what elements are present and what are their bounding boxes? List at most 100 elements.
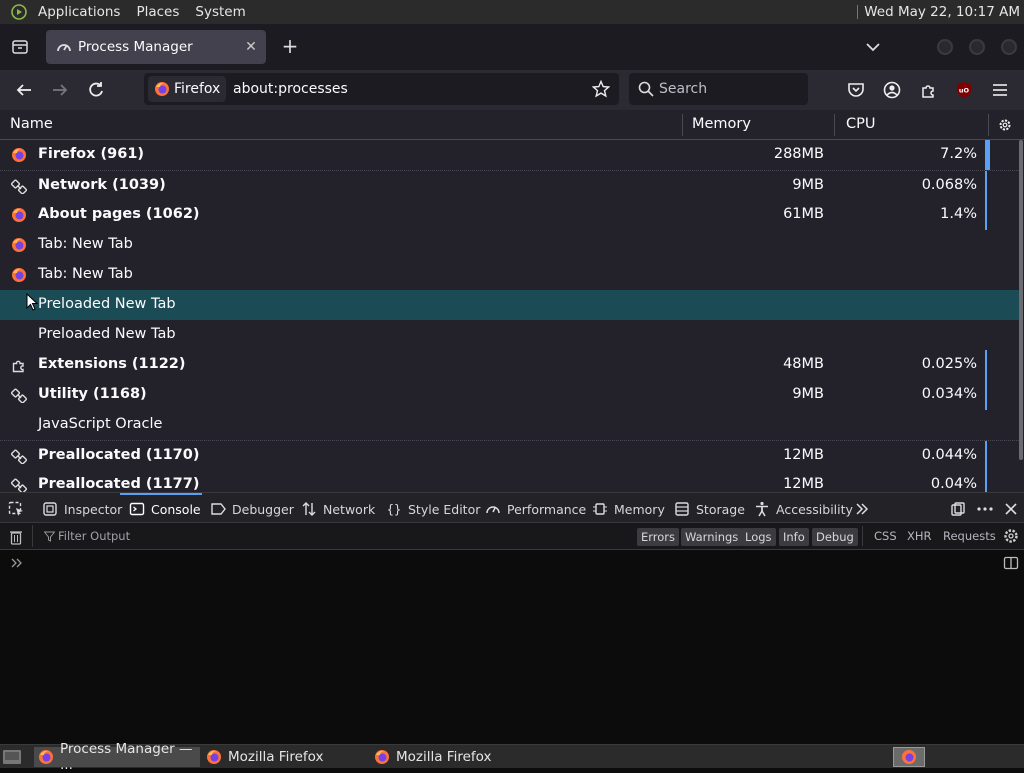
clock[interactable]: Wed May 22, 10:17 AM (864, 4, 1024, 20)
forward-icon[interactable] (50, 80, 70, 100)
taskbar-item-mozilla-firefox[interactable]: Mozilla Firefox (202, 747, 368, 767)
tab-memory[interactable]: Memory (592, 499, 665, 519)
filter-info-button[interactable]: Info (779, 528, 809, 546)
table-row[interactable]: Firefox (961) 288MB 7.2% (0, 140, 1021, 170)
filter-warnings-button[interactable]: Warnings (681, 528, 743, 546)
column-header-cpu[interactable]: CPU (846, 116, 875, 132)
mouse-cursor-icon (26, 293, 38, 311)
firefox-icon (154, 81, 170, 97)
active-tab-indicator (120, 493, 202, 495)
account-icon[interactable] (882, 80, 902, 100)
plugin-icon (11, 387, 27, 403)
firefox-icon (11, 267, 27, 283)
tab-title: Process Manager (78, 39, 193, 55)
tab-performance[interactable]: Performance (485, 499, 586, 519)
console-filter-bar: Filter Output Errors Warnings Logs Info … (0, 522, 1024, 550)
back-icon[interactable] (14, 80, 34, 100)
more-options-icon[interactable] (976, 499, 994, 519)
table-row[interactable]: Preallocated (1177) 12MB 0.04% (0, 470, 1021, 492)
list-all-tabs-icon[interactable] (864, 38, 882, 56)
applications-menu[interactable]: Applications (30, 4, 128, 20)
minimize-window-icon[interactable] (937, 39, 953, 55)
table-row[interactable]: Preloaded New Tab (0, 320, 1021, 350)
close-window-icon[interactable] (1001, 39, 1017, 55)
process-name: Utility (1168) (38, 386, 147, 402)
vertical-scrollbar[interactable] (1019, 140, 1023, 460)
filter-funnel-icon (44, 531, 55, 542)
pocket-icon[interactable] (846, 80, 866, 100)
search-placeholder: Search (659, 81, 708, 97)
column-settings-gear-icon[interactable] (998, 118, 1012, 132)
taskbar-item-process-manager[interactable]: Process Manager — ... (34, 741, 200, 773)
tab-console[interactable]: Console (129, 499, 201, 519)
process-cpu: 7.2% (940, 146, 977, 162)
filter-xhr-button[interactable]: XHR (907, 529, 932, 543)
dock-side-icon[interactable] (950, 499, 966, 519)
url-text[interactable]: about:processes (233, 81, 348, 97)
table-row-selected[interactable]: Preloaded New Tab (0, 290, 1021, 320)
new-tab-icon[interactable]: + (280, 36, 300, 58)
table-row[interactable]: Network (1039) 9MB 0.068% (0, 170, 1021, 201)
tab-style-editor[interactable]: {} Style Editor (386, 499, 481, 519)
places-menu[interactable]: Places (128, 4, 187, 20)
tab-accessibility[interactable]: Accessibility (754, 499, 853, 519)
toggle-editor-icon[interactable] (1003, 555, 1019, 571)
reload-icon[interactable] (86, 80, 106, 100)
filter-requests-button[interactable]: Requests (943, 529, 996, 543)
taskbar-item-mozilla-firefox[interactable]: Mozilla Firefox (370, 747, 536, 767)
column-header-memory[interactable]: Memory (692, 116, 751, 132)
tab-network[interactable]: Network (301, 499, 375, 519)
more-tools-chevron-icon[interactable] (854, 499, 870, 519)
process-cpu: 0.068% (921, 177, 977, 193)
identity-box[interactable]: Firefox (148, 76, 226, 102)
process-cpu: 0.034% (921, 386, 977, 402)
close-devtools-icon[interactable] (1003, 499, 1019, 519)
tab-storage[interactable]: Storage (674, 499, 745, 519)
table-row[interactable]: Tab: New Tab (0, 260, 1021, 290)
console-settings-gear-icon[interactable] (1003, 528, 1019, 544)
filter-debug-button[interactable]: Debug (812, 528, 858, 546)
taskbar: Process Manager — ... Mozilla Firefox Mo… (0, 741, 1024, 773)
extensions-icon[interactable] (918, 80, 938, 100)
column-divider[interactable] (682, 114, 683, 136)
filter-css-button[interactable]: CSS (874, 529, 897, 543)
ublock-origin-icon[interactable]: uO (954, 80, 974, 100)
filter-logs-button[interactable]: Logs (741, 528, 776, 546)
element-picker-icon[interactable] (8, 499, 24, 519)
process-cpu: 0.04% (930, 476, 977, 492)
table-row[interactable]: Preallocated (1170) 12MB 0.044% (0, 440, 1021, 471)
system-menu[interactable]: System (187, 4, 253, 20)
process-name: Firefox (961) (38, 146, 145, 162)
workspace-switcher[interactable] (893, 747, 925, 767)
table-row[interactable]: JavaScript Oracle (0, 410, 1021, 440)
table-row[interactable]: Extensions (1122) 48MB 0.025% (0, 350, 1021, 380)
column-divider[interactable] (834, 114, 835, 136)
close-tab-icon[interactable]: ✕ (240, 39, 262, 55)
network-icon (301, 501, 317, 517)
tab-strip: Process Manager ✕ + (0, 24, 1024, 70)
column-header-name[interactable]: Name (10, 116, 53, 132)
show-desktop-icon[interactable] (2, 748, 22, 766)
menu-hamburger-icon[interactable] (990, 80, 1010, 100)
console-prompt-chevron-icon (10, 556, 24, 570)
firefox-view-icon[interactable] (10, 37, 30, 57)
url-bar[interactable]: Firefox about:processes (144, 73, 619, 105)
search-bar[interactable]: Search (629, 73, 808, 105)
table-row[interactable]: About pages (1062) 61MB 1.4% (0, 200, 1021, 230)
tab-process-manager[interactable]: Process Manager ✕ (46, 30, 266, 64)
cpu-usage-bar (985, 350, 987, 380)
trash-clear-icon[interactable] (9, 529, 23, 545)
table-row[interactable]: Utility (1168) 9MB 0.034% (0, 380, 1021, 410)
console-output[interactable] (0, 550, 1024, 744)
tab-inspector[interactable]: Inspector (42, 499, 122, 519)
filter-output-input[interactable]: Filter Output (58, 529, 130, 543)
table-header: Name Memory CPU (0, 110, 1024, 140)
column-divider[interactable] (988, 114, 989, 136)
maximize-window-icon[interactable] (969, 39, 985, 55)
tab-debugger[interactable]: Debugger (210, 499, 294, 519)
filter-errors-button[interactable]: Errors (637, 528, 680, 546)
cpu-usage-bar (985, 200, 987, 230)
distro-logo-icon[interactable] (8, 3, 30, 21)
bookmark-star-icon[interactable] (592, 80, 610, 98)
table-row[interactable]: Tab: New Tab (0, 230, 1021, 260)
